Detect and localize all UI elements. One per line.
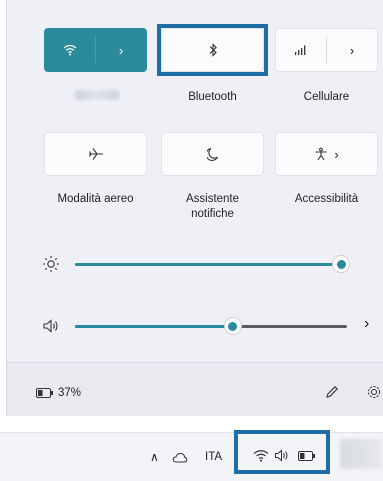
wifi-more-button[interactable]: ›: [96, 29, 146, 71]
volume-output-chevron-icon[interactable]: ›: [364, 316, 369, 332]
chevron-right-icon: ›: [334, 146, 339, 162]
chevron-right-icon: ›: [118, 42, 124, 58]
gear-icon[interactable]: [366, 384, 382, 400]
wifi-icon: [63, 44, 77, 56]
focus-assist-label: Assistente notifiche: [161, 192, 264, 222]
cloud-icon[interactable]: [172, 452, 188, 463]
accessibility-label: Accessibilità: [294, 193, 359, 205]
speaker-icon: [43, 319, 58, 333]
wifi-toggle[interactable]: [45, 29, 95, 71]
cellular-tile[interactable]: ›: [275, 28, 378, 72]
wifi-network-name-blurred: [75, 90, 119, 100]
cellular-signal-icon: [295, 45, 306, 55]
accessibility-tile[interactable]: ›: [275, 132, 378, 176]
focus-assist-label-line1: Assistente: [185, 193, 240, 205]
wifi-tile[interactable]: ›: [44, 28, 147, 72]
brightness-slider[interactable]: [75, 263, 341, 266]
volume-slider-thumb[interactable]: [223, 317, 242, 335]
moon-icon: [206, 147, 218, 161]
volume-slider-fill: [75, 325, 233, 328]
bluetooth-highlight-frame: [157, 24, 268, 76]
battery-icon[interactable]: [298, 451, 316, 461]
airplane-mode-label: Modalità aereo: [57, 193, 134, 205]
airplane-mode-tile[interactable]: [44, 132, 147, 176]
brightness-icon: [43, 256, 59, 272]
battery-percentage: 37%: [58, 387, 82, 399]
quick-settings-panel: › › Bluetooth Cellulare › Modalità aereo…: [6, 0, 383, 416]
focus-assist-tile[interactable]: [161, 132, 264, 176]
volume-slider[interactable]: [75, 325, 347, 328]
pencil-icon[interactable]: [325, 385, 339, 399]
quick-settings-footer: 37%: [7, 362, 383, 416]
chevron-up-icon[interactable]: ∧: [150, 451, 159, 463]
accessibility-icon: [315, 147, 327, 161]
speaker-icon[interactable]: [274, 449, 290, 462]
wifi-icon[interactable]: [253, 449, 269, 462]
battery-status[interactable]: 37%: [36, 387, 81, 399]
airplane-icon: [88, 148, 103, 160]
cellular-toggle[interactable]: [276, 29, 326, 71]
bluetooth-label: Bluetooth: [188, 91, 237, 103]
focus-assist-label-line2: notifiche: [191, 208, 234, 220]
brightness-slider-thumb[interactable]: [332, 255, 350, 273]
battery-icon: [36, 388, 53, 398]
chevron-right-icon: ›: [349, 42, 355, 58]
taskbar: ∧ ITA: [0, 430, 383, 481]
cellular-label: Cellulare: [303, 91, 350, 103]
clock-blurred: [340, 439, 382, 469]
cellular-more-button[interactable]: ›: [327, 29, 377, 71]
brightness-slider-fill: [75, 263, 341, 266]
input-language-indicator[interactable]: ITA: [205, 451, 222, 464]
